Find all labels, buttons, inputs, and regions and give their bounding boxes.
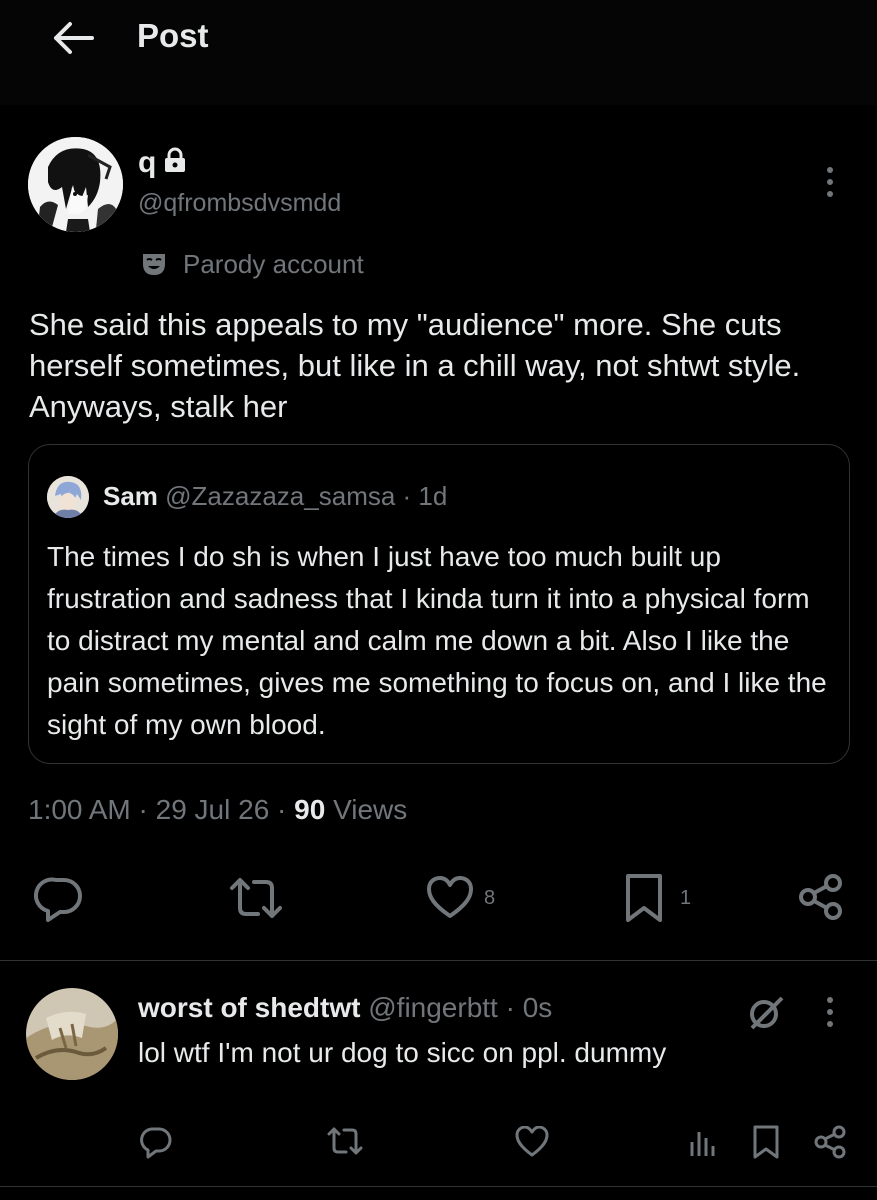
quoted-text: The times I do sh is when I just have to… [47, 541, 827, 740]
share-button[interactable] [796, 872, 846, 922]
repost-button[interactable] [228, 874, 284, 922]
grok-icon [750, 996, 784, 1030]
more-button[interactable] [812, 162, 848, 202]
divider [0, 960, 877, 961]
author-avatar[interactable] [28, 137, 123, 232]
reply-handle[interactable]: @fingerbtt [368, 992, 498, 1023]
more-icon [827, 167, 833, 197]
lock-icon [163, 147, 187, 173]
repost-icon [327, 1127, 363, 1155]
post-date: 29 Jul 26 [155, 794, 270, 825]
reply-more-button[interactable] [816, 992, 844, 1032]
reply-bookmark-button[interactable] [752, 1124, 780, 1160]
page-title: Post [137, 17, 209, 54]
post-meta: 1:00 AM · 29 Jul 26 · 90 Views [28, 792, 407, 828]
reply-name[interactable]: worst of shedtwt [138, 992, 360, 1023]
bookmark-count: 1 [680, 887, 692, 909]
reply-reply-button[interactable] [138, 1124, 174, 1160]
reply-time[interactable]: 0s [523, 992, 553, 1023]
views-icon [690, 1132, 715, 1156]
quoted-post[interactable]: Sam @Zazazaza_samsa · 1d The times I do … [28, 444, 850, 764]
bookmark-button[interactable] [624, 872, 664, 924]
quoted-name[interactable]: Sam [103, 481, 158, 511]
quoted-avatar[interactable] [47, 476, 89, 518]
meta-separator: · [130, 794, 156, 825]
bookmark-icon [753, 1125, 779, 1159]
parody-account-label[interactable]: Parody account [183, 247, 364, 281]
back-button[interactable] [48, 16, 98, 60]
like-button[interactable] [426, 876, 474, 920]
reply-icon [34, 877, 82, 922]
repost-icon [230, 878, 282, 918]
meta-separator: · [269, 794, 295, 825]
reply-separator: · [497, 992, 523, 1023]
reply-like-button[interactable] [515, 1126, 549, 1158]
reply-share-button[interactable] [812, 1124, 848, 1160]
reply-avatar[interactable] [26, 988, 118, 1080]
top-bar [0, 0, 877, 105]
reply-header: worst of shedtwt @fingerbtt · 0s [138, 990, 552, 1026]
views-count[interactable]: 90 [294, 794, 325, 825]
divider [0, 1186, 877, 1187]
grok-button[interactable] [744, 992, 786, 1034]
more-icon [827, 997, 833, 1027]
bookmark-icon [626, 874, 662, 922]
share-icon [799, 874, 842, 920]
parody-mask-icon [141, 251, 167, 277]
author-display-name[interactable]: q [138, 146, 156, 180]
quoted-handle[interactable]: @Zazazaza_samsa [165, 481, 395, 511]
post-text: She said this appeals to my "audience" m… [29, 307, 801, 424]
quoted-time[interactable]: 1d [418, 481, 447, 511]
quoted-separator: · [395, 481, 419, 511]
post-time: 1:00 AM [28, 794, 131, 825]
back-arrow-icon [54, 22, 94, 54]
reply-button[interactable] [34, 872, 86, 924]
share-icon [814, 1125, 846, 1159]
views-label[interactable]: Views [333, 794, 407, 825]
reply-repost-button[interactable] [326, 1124, 364, 1158]
reply-icon [140, 1127, 172, 1159]
reply-text: lol wtf I'm not ur dog to sicc on ppl. d… [138, 1037, 667, 1068]
quoted-header: Sam @Zazazaza_samsa · 1d [103, 479, 447, 513]
author-handle[interactable]: @qfrombsdvsmdd [138, 187, 341, 219]
like-icon [515, 1126, 549, 1157]
like-icon [427, 876, 473, 918]
like-count: 8 [484, 887, 496, 909]
views-button[interactable] [688, 1126, 718, 1158]
